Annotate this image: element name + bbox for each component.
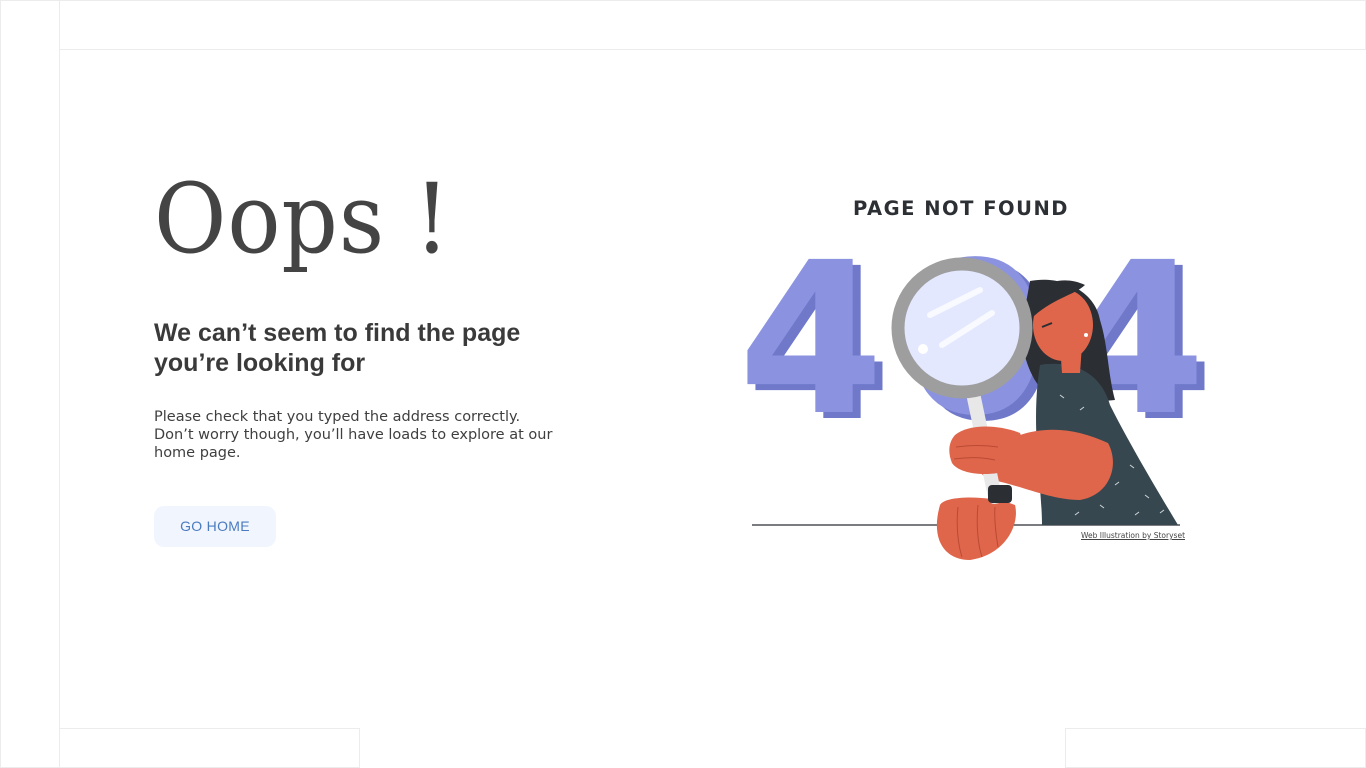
upper-hand-shape [949,426,1023,475]
error-description: Please check that you typed the address … [154,409,553,461]
magnifier-grip [988,485,1012,503]
lower-hand-shape [936,497,1016,560]
illustration-credit-link[interactable]: Web Illustration by Storyset [1081,531,1185,540]
bottom-left-frame-panel [60,728,360,768]
bottom-right-frame-panel [1065,728,1366,768]
lens-highlight [918,344,928,354]
go-home-button[interactable]: GO HOME [154,506,276,547]
error-content: Oops ! We can’t seem to find the page yo… [154,160,574,462]
page-not-found-illustration: PAGE NOT FOUND 4 0 4 [730,195,1206,570]
page-title: Oops ! [154,163,451,275]
woman-with-magnifier-figure [752,257,1180,560]
earring [1084,333,1088,337]
error-headline: We can’t seem to find the page you’re lo… [154,319,521,377]
top-frame-panel [60,0,1366,50]
left-frame-panel [0,0,60,768]
